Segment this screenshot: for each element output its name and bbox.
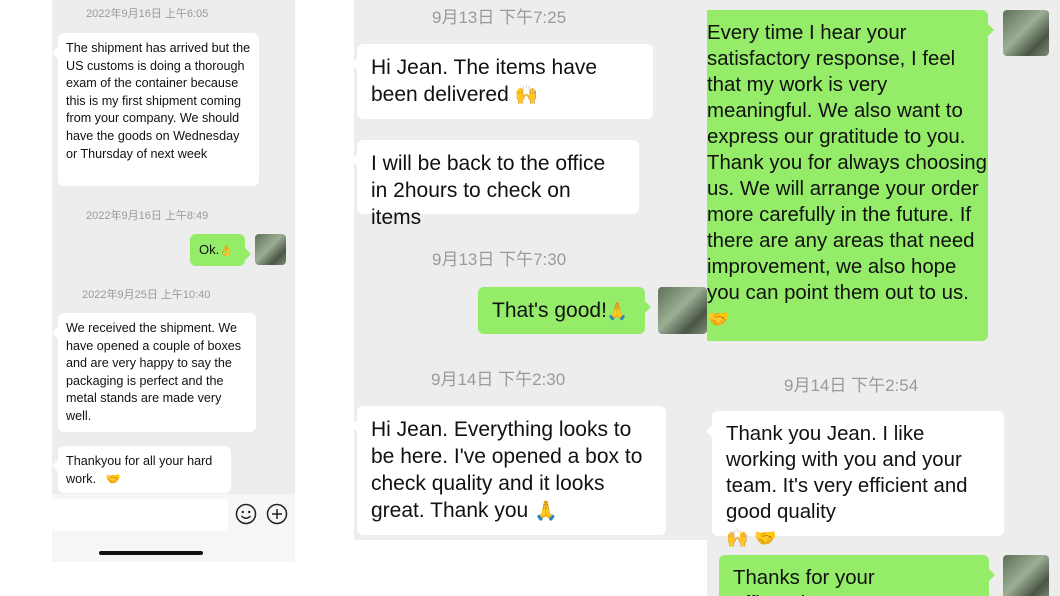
chat-panel-right: Every time I hear your satisfactory resp… [707, 0, 1060, 596]
timestamp: 2022年9月25日 上午10:40 [82, 289, 211, 301]
home-indicator [99, 551, 203, 555]
message-text: Thank you Jean. I like working with you … [726, 423, 968, 523]
handshake-emoji-icon: 🤝 [754, 528, 777, 549]
timestamp: 9月14日 下午2:30 [431, 370, 566, 389]
message-input[interactable] [52, 499, 228, 531]
message-bubble-incoming[interactable]: I will be back to the office in 2hours t… [354, 140, 639, 229]
avatar[interactable] [658, 287, 707, 334]
timestamp: 9月13日 下午7:25 [432, 8, 567, 27]
message-text: We received the shipment. We have opened… [66, 321, 242, 423]
message-text: The shipment has arrived but the US cust… [66, 41, 251, 161]
chat-panel-left: 2022年9月16日 上午6:05 The shipment has arriv… [52, 0, 295, 562]
plus-icon[interactable] [266, 503, 288, 525]
message-text: Hi Jean. The items have been delivered [371, 56, 598, 106]
handshake-emoji-icon: 🤝 [105, 471, 121, 486]
message-text: Ok. [199, 242, 220, 257]
raised-hands-emoji-icon: 🙌 [726, 528, 749, 549]
timestamp: 9月13日 下午7:30 [432, 250, 567, 269]
message-bubble-outgoing[interactable]: Every time I hear your satisfactory resp… [707, 10, 994, 341]
avatar[interactable] [1003, 555, 1049, 596]
message-text: That's good! [492, 299, 607, 322]
timestamp: 9月14日 下午2:54 [784, 376, 919, 395]
folded-hands-emoji-icon: 🙏 [606, 302, 629, 322]
folded-hands-emoji-icon: 🙏 [534, 500, 558, 522]
message-text: I will be back to the office in 2hours t… [371, 152, 606, 229]
raised-hands-emoji-icon: 🙌 [514, 84, 539, 106]
message-text: Thanks for your affirmation, [733, 567, 875, 596]
chat-panel-middle: 9月13日 下午7:25 Hi Jean. The items have bee… [354, 0, 707, 540]
message-bubble-outgoing[interactable]: Thanks for your affirmation, [719, 555, 995, 596]
message-text: Thankyou for all your hard work. [66, 454, 213, 486]
message-text: Hi Jean. Everything looks to be here. I'… [371, 418, 643, 522]
avatar[interactable] [255, 234, 286, 265]
smiley-icon[interactable] [235, 503, 257, 525]
handshake-emoji-icon: 🤝 [707, 309, 730, 330]
message-bubble-incoming[interactable]: Hi Jean. Everything looks to be here. I'… [354, 406, 666, 535]
timestamp: 2022年9月16日 上午8:49 [86, 210, 209, 222]
message-bubble-incoming[interactable]: The shipment has arrived but the US cust… [52, 33, 259, 186]
message-text: Every time I hear your satisfactory resp… [707, 22, 987, 304]
message-bubble-outgoing[interactable]: That's good!🙏 [478, 287, 651, 334]
timestamp: 2022年9月16日 上午6:05 [86, 8, 209, 20]
avatar[interactable] [1003, 10, 1049, 56]
message-bubble-incoming[interactable]: Thank you Jean. I like working with you … [707, 411, 1004, 549]
message-bubble-incoming[interactable]: Thankyou for all your hard work. 🤝 [52, 446, 231, 493]
message-bubble-outgoing[interactable]: Ok.👌 [190, 234, 251, 266]
message-bubble-incoming[interactable]: Hi Jean. The items have been delivered 🙌 [354, 44, 653, 119]
input-bar [52, 494, 295, 562]
ok-hand-emoji-icon: 👌 [219, 244, 233, 257]
message-bubble-incoming[interactable]: We received the shipment. We have opened… [52, 313, 256, 432]
